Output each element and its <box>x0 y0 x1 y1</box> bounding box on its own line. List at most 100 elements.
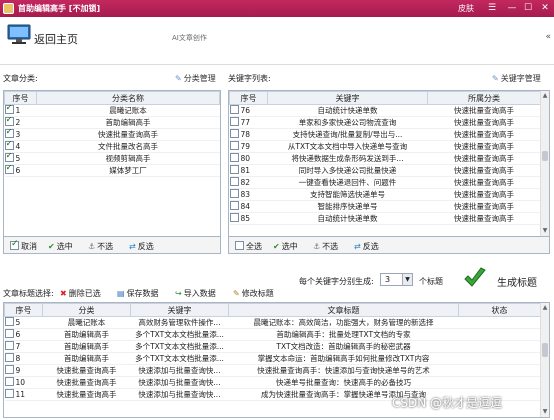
article-title: 快速批量查询高手：快速添加与查询快递单号的艺术 <box>257 366 430 375</box>
skin-button[interactable]: 皮肤 <box>458 3 474 14</box>
article-title: 掌握文本命运：首助编辑高手如何批量修改TXT内容 <box>257 354 430 363</box>
article-cat-table: 序号 分类名称 1晨曦记账本2首助编辑高手3快速批量查询高手4文件批量改名高手5… <box>3 90 221 237</box>
save-data-button[interactable]: ▤ 保存数据 <box>117 288 159 299</box>
row-checkbox[interactable] <box>4 341 14 351</box>
cat-manage-button[interactable]: ✎ 分类管理 <box>175 73 216 84</box>
row-checkbox[interactable] <box>4 165 14 175</box>
table-row[interactable]: 80 将快递数据生成条形码发送到手... 快速批量查询高手 <box>229 152 541 165</box>
keyword-text: 自动统计快递单数 <box>317 214 378 223</box>
cancel-button[interactable]: 取消 <box>10 239 37 252</box>
select-all-button[interactable]: 全选 <box>235 241 262 252</box>
col-header[interactable]: 序号 <box>229 91 268 105</box>
table-row[interactable]: 77 单家和多家快递公司物流查询 快速批量查询高手 <box>229 116 541 129</box>
row-checkbox[interactable] <box>229 177 239 187</box>
row-checkbox[interactable] <box>229 153 239 163</box>
col-header[interactable]: 分类 <box>42 303 131 317</box>
row-index: 84 <box>240 201 251 211</box>
select-button[interactable]: ✔ 选中 <box>48 241 73 252</box>
table-row[interactable]: 1 晨曦记账本 <box>4 104 220 117</box>
row-index: 76 <box>240 105 251 115</box>
row-checkbox[interactable] <box>4 141 14 151</box>
wrench-icon: ✎ <box>492 74 499 83</box>
monitor-icon[interactable] <box>6 23 32 45</box>
title-bar: 首助编辑高手 [不加锁] 皮肤 ☰ — ☐ ✕ <box>0 0 554 17</box>
invert-button[interactable]: ⇄ 反选 <box>354 241 379 252</box>
col-header[interactable]: 序号 <box>4 303 43 317</box>
unselect-button[interactable]: ⚓ 不选 <box>88 241 113 252</box>
row-checkbox[interactable] <box>229 141 239 151</box>
table-row[interactable]: 10 快速批量查询高手 快速添加与批量查询快... 快递单号批量查询：快速高手的必备技… <box>4 376 541 389</box>
row-checkbox[interactable] <box>229 201 239 211</box>
title-select-label: 文章标题选择: <box>3 289 54 298</box>
title-category: 首助编辑高手 <box>64 354 109 363</box>
col-header[interactable]: 关键字 <box>267 91 428 105</box>
category-name: 文件批量改名高手 <box>98 142 158 151</box>
col-header[interactable]: 序号 <box>4 91 37 105</box>
table-row[interactable]: 83 支持智能筛选快递单号 快速批量查询高手 <box>229 188 541 201</box>
row-checkbox[interactable] <box>229 129 239 139</box>
table-row[interactable]: 2 首助编辑高手 <box>4 116 220 129</box>
table-row[interactable]: 9 快速批量查询高手 快速添加与批量查询快... 快速批量查询高手：快速添加与查询快递… <box>4 364 541 377</box>
table-row[interactable]: 76 自动统计快递单数 快速批量查询高手 <box>229 104 541 117</box>
table-row[interactable]: 79 从TXT文本文档中导入快递单号查询 快速批量查询高手 <box>229 140 541 153</box>
close-icon[interactable]: ✕ <box>539 2 551 14</box>
table-row[interactable]: 81 同时导入多快递公司批量快递 快速批量查询高手 <box>229 164 541 177</box>
edit-title-button[interactable]: ✎ 修改标题 <box>233 288 274 299</box>
keyword-text: 智能排序快递单号 <box>317 202 378 211</box>
invert-button[interactable]: ⇄ 反选 <box>129 241 154 252</box>
table-row[interactable]: 84 智能排序快递单号 快速批量查询高手 <box>229 200 541 213</box>
keyword-label: 关键字列表: <box>228 74 271 83</box>
unselect-button[interactable]: ⚓ 不选 <box>313 241 338 252</box>
row-checkbox[interactable] <box>4 353 14 363</box>
collapse-icon[interactable]: « <box>545 32 551 42</box>
col-header[interactable]: 关键字 <box>130 303 229 317</box>
select-button[interactable]: ✔ 选中 <box>273 241 298 252</box>
row-checkbox[interactable] <box>4 129 14 139</box>
row-checkbox[interactable] <box>4 389 14 399</box>
title-keyword: 多个TXT文本文档批量添... <box>135 330 224 339</box>
table-row[interactable]: 5 晨曦记账本 高效财务管理软件操作... 晨曦记账本：高效简洁，功能强大，财务管理的… <box>4 316 541 329</box>
keyword-scrollbar[interactable]: ▲ ▼ <box>540 91 549 236</box>
article-title: 首助编辑高手：批量处理TXT文档的专家 <box>276 330 411 339</box>
table-row[interactable]: 3 快速批量查询高手 <box>4 128 220 141</box>
row-checkbox[interactable] <box>229 213 239 223</box>
row-checkbox[interactable] <box>229 189 239 199</box>
maximize-icon[interactable]: ☐ <box>522 2 534 14</box>
table-row[interactable]: 4 文件批量改名高手 <box>4 140 220 153</box>
table-row[interactable]: 6 首助编辑高手 多个TXT文本文档批量添... 首助编辑高手：批量处理TXT文档的专… <box>4 328 541 341</box>
row-checkbox[interactable] <box>4 365 14 375</box>
row-checkbox[interactable] <box>4 117 14 127</box>
minimize-icon[interactable]: — <box>506 2 518 14</box>
table-row[interactable]: 78 支持快递查询/批量复制/导出与... 快速批量查询高手 <box>229 128 541 141</box>
edit-icon: ✎ <box>233 289 240 298</box>
title-scrollbar[interactable]: ▲ ▼ <box>540 303 549 417</box>
col-header[interactable]: 分类名称 <box>36 91 220 105</box>
swap-icon: ⇄ <box>354 242 361 251</box>
table-row[interactable]: 82 一键查看快递退回件、问题件 快速批量查询高手 <box>229 176 541 189</box>
menu-icon[interactable]: ☰ <box>486 2 498 14</box>
delete-selected-button[interactable]: ✖ 删除已选 <box>60 288 101 299</box>
table-row[interactable]: 7 首助编辑高手 多个TXT文本文档批量添... TXT文档改造：首助编辑高手的秘密武… <box>4 340 541 353</box>
row-checkbox[interactable] <box>4 105 14 115</box>
table-row[interactable]: 6 媒体梦工厂 <box>4 164 220 177</box>
keyword-manage-button[interactable]: ✎ 关键字管理 <box>492 73 541 84</box>
table-row[interactable]: 8 首助编辑高手 多个TXT文本文档批量添... 掌握文本命运：首助编辑高手如何批量修… <box>4 352 541 365</box>
title-category: 晨曦记账本 <box>67 318 106 327</box>
table-row[interactable]: 85 自动统计快递单数 快速批量查询高手 <box>229 212 541 225</box>
col-header[interactable]: 状态 <box>458 303 541 317</box>
table-row[interactable]: 5 视频剪辑高手 <box>4 152 220 165</box>
home-button[interactable]: 返回主页 <box>34 31 78 47</box>
row-checkbox[interactable] <box>229 105 239 115</box>
row-index: 6 <box>15 165 21 175</box>
col-header[interactable]: 文章标题 <box>228 303 459 317</box>
row-checkbox[interactable] <box>4 153 14 163</box>
row-checkbox[interactable] <box>229 117 239 127</box>
col-header[interactable]: 所属分类 <box>427 91 541 105</box>
check-circle-icon: ✔ <box>273 242 280 251</box>
ai-tab[interactable]: AI文章创作 <box>172 33 207 43</box>
row-checkbox[interactable] <box>4 317 14 327</box>
row-checkbox[interactable] <box>4 377 14 387</box>
row-checkbox[interactable] <box>229 165 239 175</box>
row-checkbox[interactable] <box>4 329 14 339</box>
import-data-button[interactable]: ↪ 导入数据 <box>175 288 216 299</box>
